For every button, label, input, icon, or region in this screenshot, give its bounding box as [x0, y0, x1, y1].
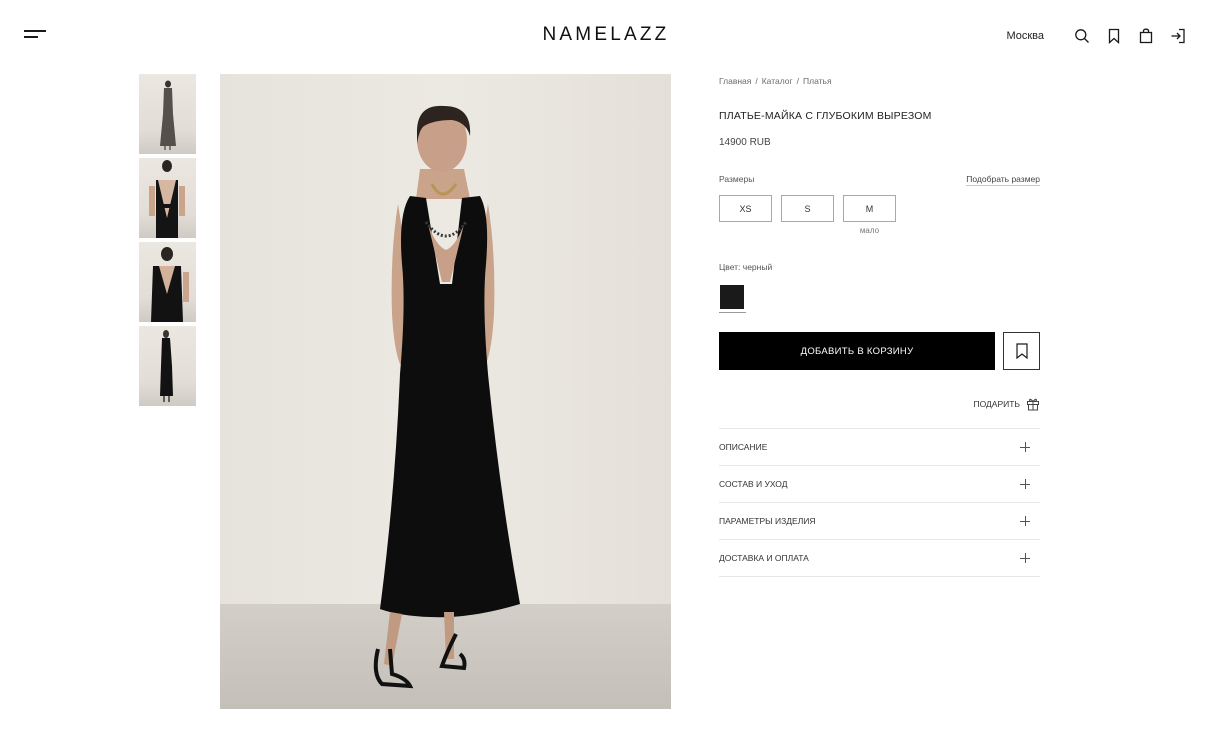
breadcrumb-separator: / — [755, 76, 758, 86]
breadcrumb-catalog[interactable]: Каталог — [762, 76, 793, 86]
size-selector: XS S M мало — [719, 195, 1040, 235]
size-button-xs[interactable]: XS — [719, 195, 772, 222]
plus-icon — [1018, 514, 1032, 528]
breadcrumb-separator: / — [796, 76, 800, 86]
header-actions: Москва — [1006, 26, 1188, 46]
product-accordion: ОПИСАНИЕ СОСТАВ И УХОД ПАРАМЕТРЫ ИЗДЕЛИЯ… — [719, 428, 1040, 577]
breadcrumb: Главная / Каталог / Платья — [719, 74, 1040, 88]
sizes-label: Размеры — [719, 174, 755, 184]
gift-link[interactable]: ПОДАРИТЬ — [973, 399, 1020, 409]
plus-icon — [1018, 440, 1032, 454]
size-guide-link[interactable]: Подобрать размер — [966, 174, 1040, 186]
accordion-product-params[interactable]: ПАРАМЕТРЫ ИЗДЕЛИЯ — [719, 503, 1040, 540]
thumbnail-list — [139, 74, 196, 410]
thumbnail-4[interactable] — [139, 326, 196, 406]
size-button-m[interactable]: M — [843, 195, 896, 222]
accordion-label: ОПИСАНИЕ — [719, 442, 768, 452]
menu-icon[interactable] — [24, 28, 46, 42]
accordion-label: СОСТАВ И УХОД — [719, 479, 788, 489]
accordion-delivery-payment[interactable]: ДОСТАВКА И ОПЛАТА — [719, 540, 1040, 577]
low-stock-note: мало — [859, 226, 880, 235]
city-selector[interactable]: Москва — [1006, 30, 1044, 42]
size-option: XS — [719, 195, 772, 235]
breadcrumb-home[interactable]: Главная — [719, 76, 751, 86]
thumbnail-2[interactable] — [139, 158, 196, 238]
purchase-actions: ДОБАВИТЬ В КОРЗИНУ — [719, 332, 1040, 370]
login-icon[interactable] — [1168, 26, 1188, 46]
gift-row: ПОДАРИТЬ — [719, 397, 1040, 411]
site-logo[interactable]: NAMELAZZ — [543, 24, 670, 45]
sizes-header: Размеры Подобрать размер — [719, 174, 1040, 186]
size-button-s[interactable]: S — [781, 195, 834, 222]
accordion-label: ПАРАМЕТРЫ ИЗДЕЛИЯ — [719, 516, 816, 526]
product-price: 14900 RUB — [719, 137, 771, 148]
size-option: M мало — [843, 195, 896, 235]
accordion-description[interactable]: ОПИСАНИЕ — [719, 429, 1040, 466]
product-title: ПЛАТЬЕ-МАЙКА С ГЛУБОКИМ ВЫРЕЗОМ — [719, 110, 932, 122]
product-panel: Главная / Каталог / Платья ПЛАТЬЕ-МАЙКА … — [719, 74, 1040, 577]
site-header: NAMELAZZ Москва — [0, 0, 1212, 70]
product-photo[interactable] — [220, 74, 671, 709]
thumbnail-1[interactable] — [139, 74, 196, 154]
search-icon[interactable] — [1072, 26, 1092, 46]
gift-icon[interactable] — [1026, 397, 1040, 411]
color-swatch-wrap — [719, 285, 746, 313]
add-to-cart-button[interactable]: ДОБАВИТЬ В КОРЗИНУ — [719, 332, 995, 370]
bookmark-icon[interactable] — [1104, 26, 1124, 46]
add-to-favorites-button[interactable] — [1003, 332, 1040, 370]
plus-icon — [1018, 551, 1032, 565]
plus-icon — [1018, 477, 1032, 491]
model-image — [220, 74, 671, 709]
color-swatch-black[interactable] — [720, 285, 744, 309]
shopping-bag-icon[interactable] — [1136, 26, 1156, 46]
color-label: Цвет: черный — [719, 262, 773, 272]
thumbnail-3[interactable] — [139, 242, 196, 322]
accordion-composition-care[interactable]: СОСТАВ И УХОД — [719, 466, 1040, 503]
bookmark-icon — [1015, 343, 1028, 359]
size-option: S — [781, 195, 834, 235]
accordion-label: ДОСТАВКА И ОПЛАТА — [719, 553, 809, 563]
breadcrumb-dresses[interactable]: Платья — [803, 76, 832, 86]
